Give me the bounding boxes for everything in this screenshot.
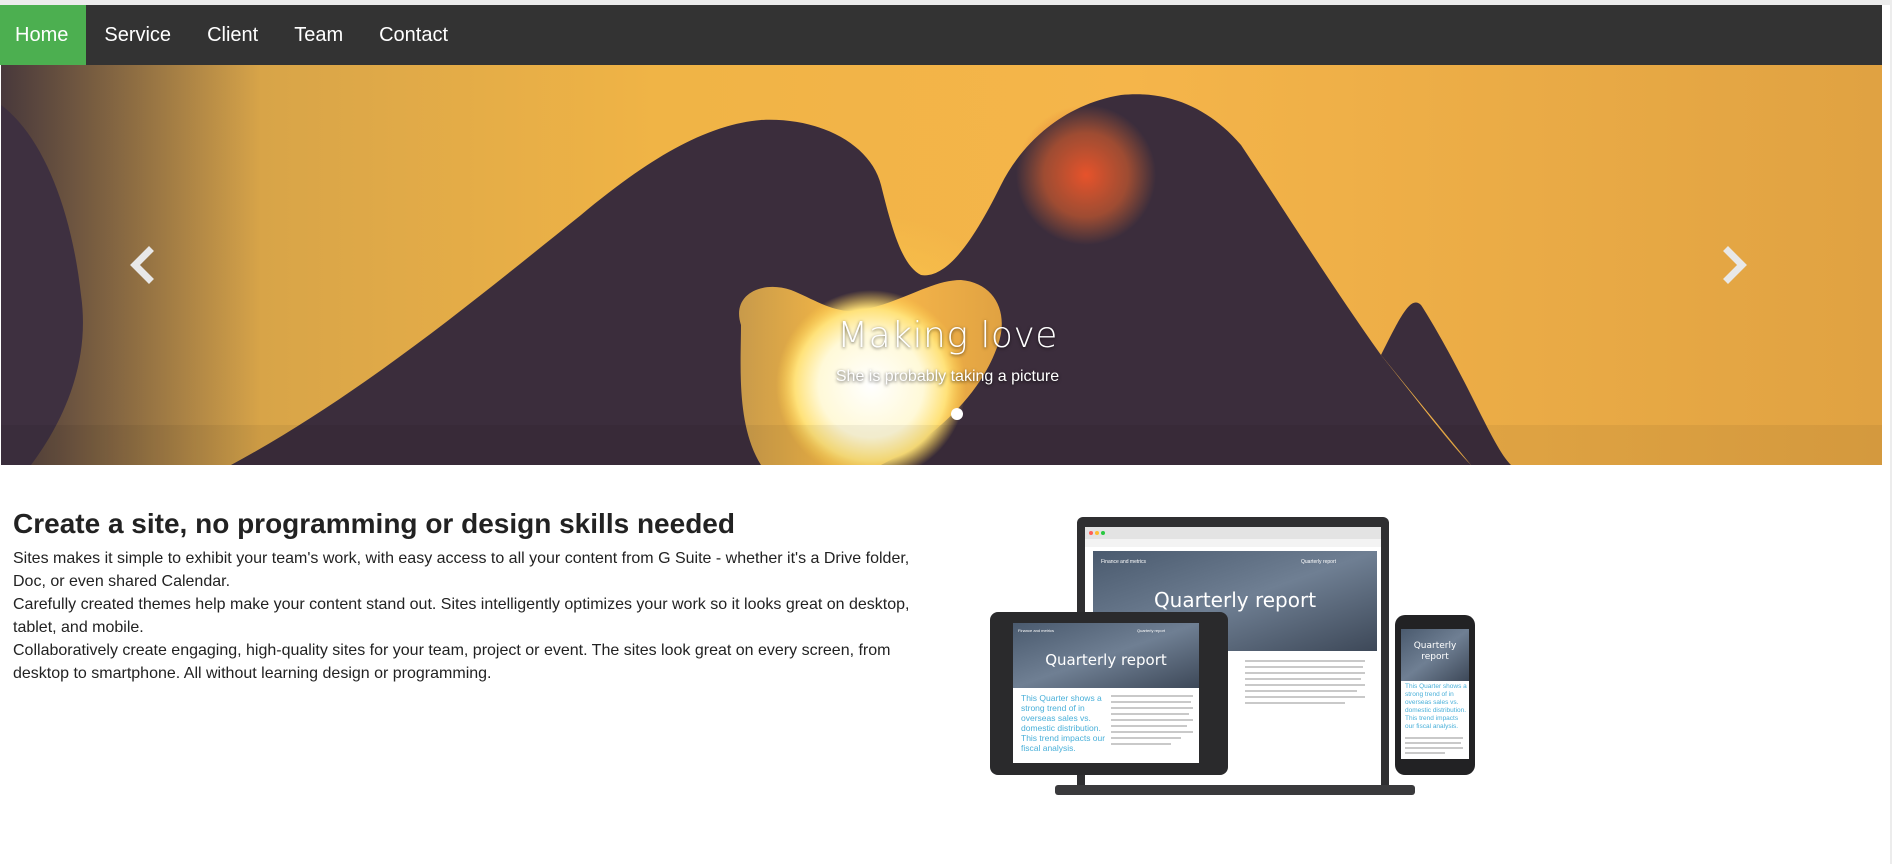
paragraph: Carefully created themes help make your … [13, 596, 910, 636]
devices-mockup-image: Finance and metrics Quarterly report Qua… [990, 517, 1475, 795]
hero-carousel: Making love She is probably taking a pic… [1, 65, 1882, 465]
chevron-left-icon [130, 246, 154, 284]
chevron-right-icon [1723, 246, 1747, 284]
tablet-nav-left: Finance and metrics [1018, 628, 1054, 633]
laptop-report-title: Quarterly report [1154, 588, 1316, 612]
top-navbar: Home Service Client Team Contact [0, 5, 1882, 65]
caption-title: Making love [837, 315, 1058, 356]
carousel-indicator-dot[interactable] [951, 408, 963, 420]
carousel-next-button[interactable] [1712, 241, 1760, 289]
page: Home Service Client Team Contact Making … [0, 0, 1900, 864]
hero-image [1, 65, 1882, 465]
tablet-report-title: Quarterly report [1045, 651, 1167, 669]
main-content: Create a site, no programming or design … [13, 505, 913, 685]
nav-item-team[interactable]: Team [276, 5, 361, 65]
caption-subtitle: She is probably taking a picture [835, 368, 1060, 385]
page-headline: Create a site, no programming or design … [13, 508, 735, 539]
tablet-quote: This Quarter shows a strong trend of in … [1021, 693, 1106, 753]
nav-item-contact[interactable]: Contact [361, 5, 466, 65]
nav-item-client[interactable]: Client [189, 5, 276, 65]
laptop-nav-left: Finance and metrics [1101, 559, 1147, 565]
tablet-nav-right: Quarterly report [1137, 628, 1166, 633]
carousel-prev-button[interactable] [117, 241, 165, 289]
paragraph: Sites makes it simple to exhibit your te… [13, 550, 910, 590]
laptop-nav-right: Quarterly report [1301, 559, 1337, 565]
nav-item-service[interactable]: Service [86, 5, 189, 65]
right-border [1890, 0, 1892, 864]
phone-report-title: Quarterly report [1413, 641, 1457, 662]
paragraph: Collaboratively create engaging, high-qu… [13, 642, 891, 682]
carousel-caption: Making love She is probably taking a pic… [1, 315, 1882, 386]
phone-quote: This Quarter shows a strong trend of in … [1405, 683, 1467, 730]
nav-item-home[interactable]: Home [0, 5, 87, 65]
